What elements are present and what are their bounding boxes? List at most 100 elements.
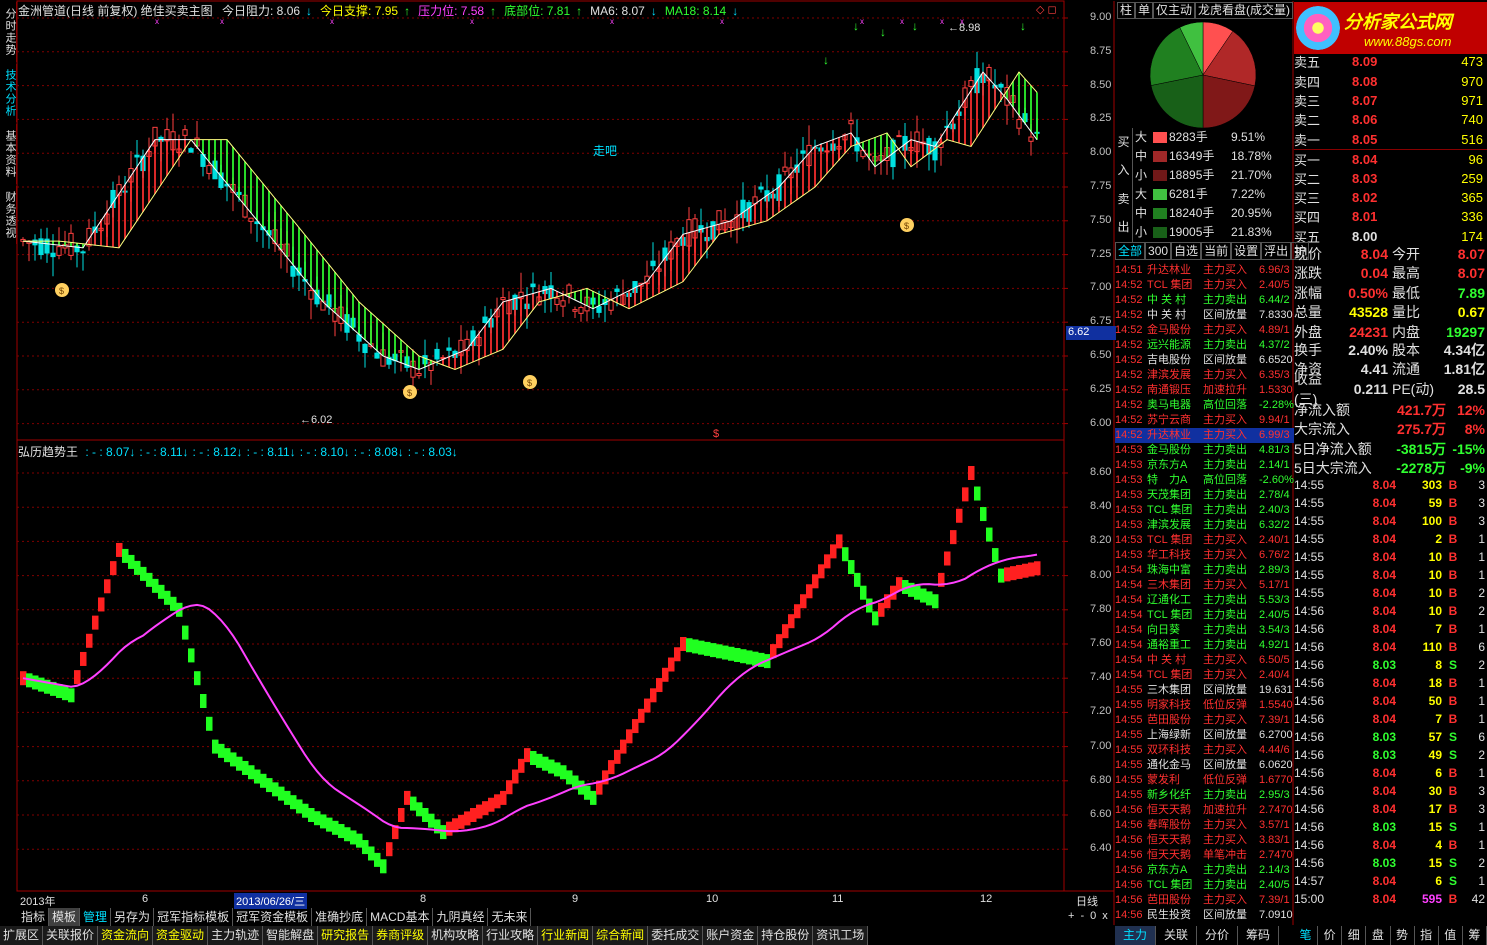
news-row[interactable]: 14:53 特 力A 高位回落 -2.60% <box>1115 473 1294 488</box>
news-row[interactable]: 14:52 中 关 村 区间放量 7.8330 <box>1115 308 1294 323</box>
news-row[interactable]: 14:55 上海绿新 区间放量 6.2700 <box>1115 728 1294 743</box>
news-row[interactable]: 14:54 中 关 村 主力买入 6.50/5 <box>1115 653 1294 668</box>
bottom-tab-12[interactable]: 委托成交 <box>648 926 704 945</box>
reset-icon[interactable]: 0 <box>1090 910 1096 922</box>
flow-tab-1[interactable]: 单 <box>1135 2 1154 19</box>
bottom-tab-8[interactable]: 机构攻略 <box>428 926 484 945</box>
news-row[interactable]: 14:52 津滨发展 主力买入 6.35/3 <box>1115 368 1294 383</box>
bottom-tab-11[interactable]: 综合新闻 <box>593 926 649 945</box>
news-row[interactable]: 14:53 华工科技 主力买入 6.76/2 <box>1115 548 1294 563</box>
bottom-icon-5[interactable]: 指 <box>1415 926 1439 945</box>
bottom-icon-4[interactable]: 势 <box>1391 926 1415 945</box>
news-row[interactable]: 14:53 TCL 集团 主力卖出 2.40/3 <box>1115 503 1294 518</box>
news-row[interactable]: 14:56 恒天天鹅 加速拉升 2.7470 <box>1115 803 1294 818</box>
news-row[interactable]: 14:52 南通锻压 加速拉升 1.5330 <box>1115 383 1294 398</box>
zoom-in-icon[interactable]: + <box>1068 910 1074 922</box>
news-row[interactable]: 14:52 苏宁云商 主力买入 9.94/1 <box>1115 413 1294 428</box>
toolbar-btn-8[interactable]: 九阴真经 <box>433 908 489 926</box>
news-row[interactable]: 14:54 通裕重工 主力卖出 4.92/1 <box>1115 638 1294 653</box>
zoom-out-icon[interactable]: - <box>1080 910 1084 922</box>
news-row[interactable]: 14:55 双环科技 主力买入 4.44/6 <box>1115 743 1294 758</box>
news-row[interactable]: 14:53 津滨发展 主力卖出 6.32/2 <box>1115 518 1294 533</box>
news-row[interactable]: 14:56 芭田股份 主力买入 7.39/1 <box>1115 893 1294 908</box>
news-row[interactable]: 14:54 TCL 集团 主力卖出 2.40/5 <box>1115 608 1294 623</box>
list-tab-4[interactable]: 设置 <box>1231 242 1262 260</box>
bottom-icon-6[interactable]: 值 <box>1439 926 1463 945</box>
bottom-tab-3[interactable]: 资金驱动 <box>153 926 209 945</box>
news-row[interactable]: 14:53 京东方A 主力卖出 2.14/1 <box>1115 458 1294 473</box>
news-row[interactable]: 14:55 三木集团 区间放量 19.631 <box>1115 683 1294 698</box>
bottom-tab-0[interactable]: 扩展区 <box>0 926 44 945</box>
toolbar-btn-5[interactable]: 冠军资金模板 <box>233 908 313 926</box>
news-row[interactable]: 14:51 升达林业 主力买入 6.96/3 <box>1115 263 1294 278</box>
tab-finance[interactable]: 财务透视 <box>0 186 17 244</box>
tab-basic-info[interactable]: 基本资料 <box>0 124 17 184</box>
news-row[interactable]: 14:55 通化金马 区间放量 6.0620 <box>1115 758 1294 773</box>
bottom-tab-13[interactable]: 账户资金 <box>703 926 759 945</box>
news-row[interactable]: 14:55 芭田股份 主力买入 7.39/1 <box>1115 713 1294 728</box>
news-row[interactable]: 14:53 金马股份 主力卖出 4.81/3 <box>1115 443 1294 458</box>
right-bottom-tab-1[interactable]: 关联 <box>1156 926 1198 945</box>
bottom-tab-9[interactable]: 行业攻略 <box>483 926 539 945</box>
toolbar-btn-0[interactable]: 指标 <box>18 908 50 926</box>
news-row[interactable]: 14:54 TCL 集团 主力买入 2.40/4 <box>1115 668 1294 683</box>
news-row[interactable]: 14:53 天茂集团 主力卖出 2.78/4 <box>1115 488 1294 503</box>
flow-tab-2[interactable]: 仅主动 <box>1153 2 1196 19</box>
bottom-tab-1[interactable]: 关联报价 <box>43 926 99 945</box>
right-bottom-tab-3[interactable]: 筹码 <box>1238 926 1280 945</box>
news-row[interactable]: 14:52 吉电股份 区间放量 6.6520 <box>1115 353 1294 368</box>
news-row[interactable]: 14:53 TCL 集团 主力买入 2.40/1 <box>1115 533 1294 548</box>
right-bottom-tab-0[interactable]: 主力 <box>1115 926 1157 945</box>
news-row[interactable]: 14:55 明家科技 低位反弹 1.5540 <box>1115 698 1294 713</box>
news-row[interactable]: 14:54 辽通化工 主力卖出 5.53/3 <box>1115 593 1294 608</box>
period-label[interactable]: 日线 <box>1076 893 1098 909</box>
news-row[interactable]: 14:56 TCL 集团 主力卖出 2.40/5 <box>1115 878 1294 893</box>
window-controls[interactable]: ◇ ◻ <box>1036 3 1057 16</box>
toolbar-btn-3[interactable]: 另存为 <box>111 908 155 926</box>
list-tab-5[interactable]: 浮出 <box>1261 242 1292 260</box>
flow-tab-0[interactable]: 柱 <box>1117 2 1136 19</box>
bottom-tab-14[interactable]: 持仓股份 <box>758 926 814 945</box>
toolbar-btn-2[interactable]: 管理 <box>80 908 112 926</box>
bottom-tab-7[interactable]: 券商评级 <box>373 926 429 945</box>
flow-tab-3[interactable]: 龙虎看盘(成交量) <box>1195 2 1294 19</box>
news-row[interactable]: 14:55 蒙发利 低位反弹 1.6770 <box>1115 773 1294 788</box>
toolbar-btn-9[interactable]: 无未来 <box>488 908 532 926</box>
bottom-tab-6[interactable]: 研究报告 <box>318 926 374 945</box>
news-row[interactable]: 14:56 民生投资 区间放量 7.0910 <box>1115 908 1294 923</box>
news-row[interactable]: 14:52 奥马电器 高位回落 -2.28% <box>1115 398 1294 413</box>
news-row[interactable]: 14:52 TCL 集团 主力买入 2.40/5 <box>1115 278 1294 293</box>
tab-timeshare[interactable]: 分时走势 <box>0 2 17 62</box>
news-row[interactable]: 14:56 恒天天鹅 单笔冲击 2.7470 <box>1115 848 1294 863</box>
bottom-icon-3[interactable]: 盘 <box>1366 926 1391 945</box>
tab-technical[interactable]: 技术分析 <box>0 64 17 122</box>
news-row[interactable]: 14:54 珠海中富 主力卖出 2.89/3 <box>1115 563 1294 578</box>
bottom-tab-2[interactable]: 资金流向 <box>98 926 154 945</box>
bottom-icon-7[interactable]: 筹 <box>1463 926 1487 945</box>
news-row[interactable]: 14:56 京东方A 主力卖出 2.14/3 <box>1115 863 1294 878</box>
news-row[interactable]: 14:52 金马股份 主力买入 4.89/1 <box>1115 323 1294 338</box>
toolbar-btn-1[interactable]: 模板 <box>49 908 81 926</box>
bottom-tab-4[interactable]: 主力轨迹 <box>208 926 264 945</box>
news-row[interactable]: 14:52 升达林业 主力买入 6.99/3 <box>1115 428 1294 443</box>
bottom-icon-0[interactable]: 笔 <box>1294 926 1319 945</box>
bottom-tab-5[interactable]: 智能解盘 <box>263 926 319 945</box>
toolbar-btn-4[interactable]: 冠军指标模板 <box>154 908 234 926</box>
bottom-tab-10[interactable]: 行业新闻 <box>538 926 594 945</box>
news-row[interactable]: 14:52 远兴能源 主力卖出 4.37/2 <box>1115 338 1294 353</box>
right-bottom-tab-2[interactable]: 分价 <box>1197 926 1239 945</box>
bottom-tab-15[interactable]: 资讯工场 <box>813 926 869 945</box>
list-tab-1[interactable]: 300 <box>1145 242 1172 260</box>
close-icon[interactable]: x <box>1102 910 1108 922</box>
news-row[interactable]: 14:56 春晖股份 主力买入 3.57/1 <box>1115 818 1294 833</box>
list-tab-0[interactable]: 全部 <box>1115 242 1146 260</box>
news-row[interactable]: 14:52 中 关 村 主力卖出 6.44/2 <box>1115 293 1294 308</box>
news-row[interactable]: 14:54 三木集团 主力买入 5.17/1 <box>1115 578 1294 593</box>
toolbar-btn-7[interactable]: MACD基本 <box>367 908 434 926</box>
pager-controls[interactable]: + - 0 x <box>1068 910 1108 922</box>
toolbar-btn-6[interactable]: 准确抄底 <box>312 908 368 926</box>
bottom-icon-1[interactable]: 价 <box>1318 926 1343 945</box>
news-row[interactable]: 14:54 向日葵 主力卖出 3.54/3 <box>1115 623 1294 638</box>
news-row[interactable]: 14:56 恒天天鹅 主力买入 3.83/1 <box>1115 833 1294 848</box>
news-row[interactable]: 14:55 新乡化纤 主力卖出 2.95/3 <box>1115 788 1294 803</box>
